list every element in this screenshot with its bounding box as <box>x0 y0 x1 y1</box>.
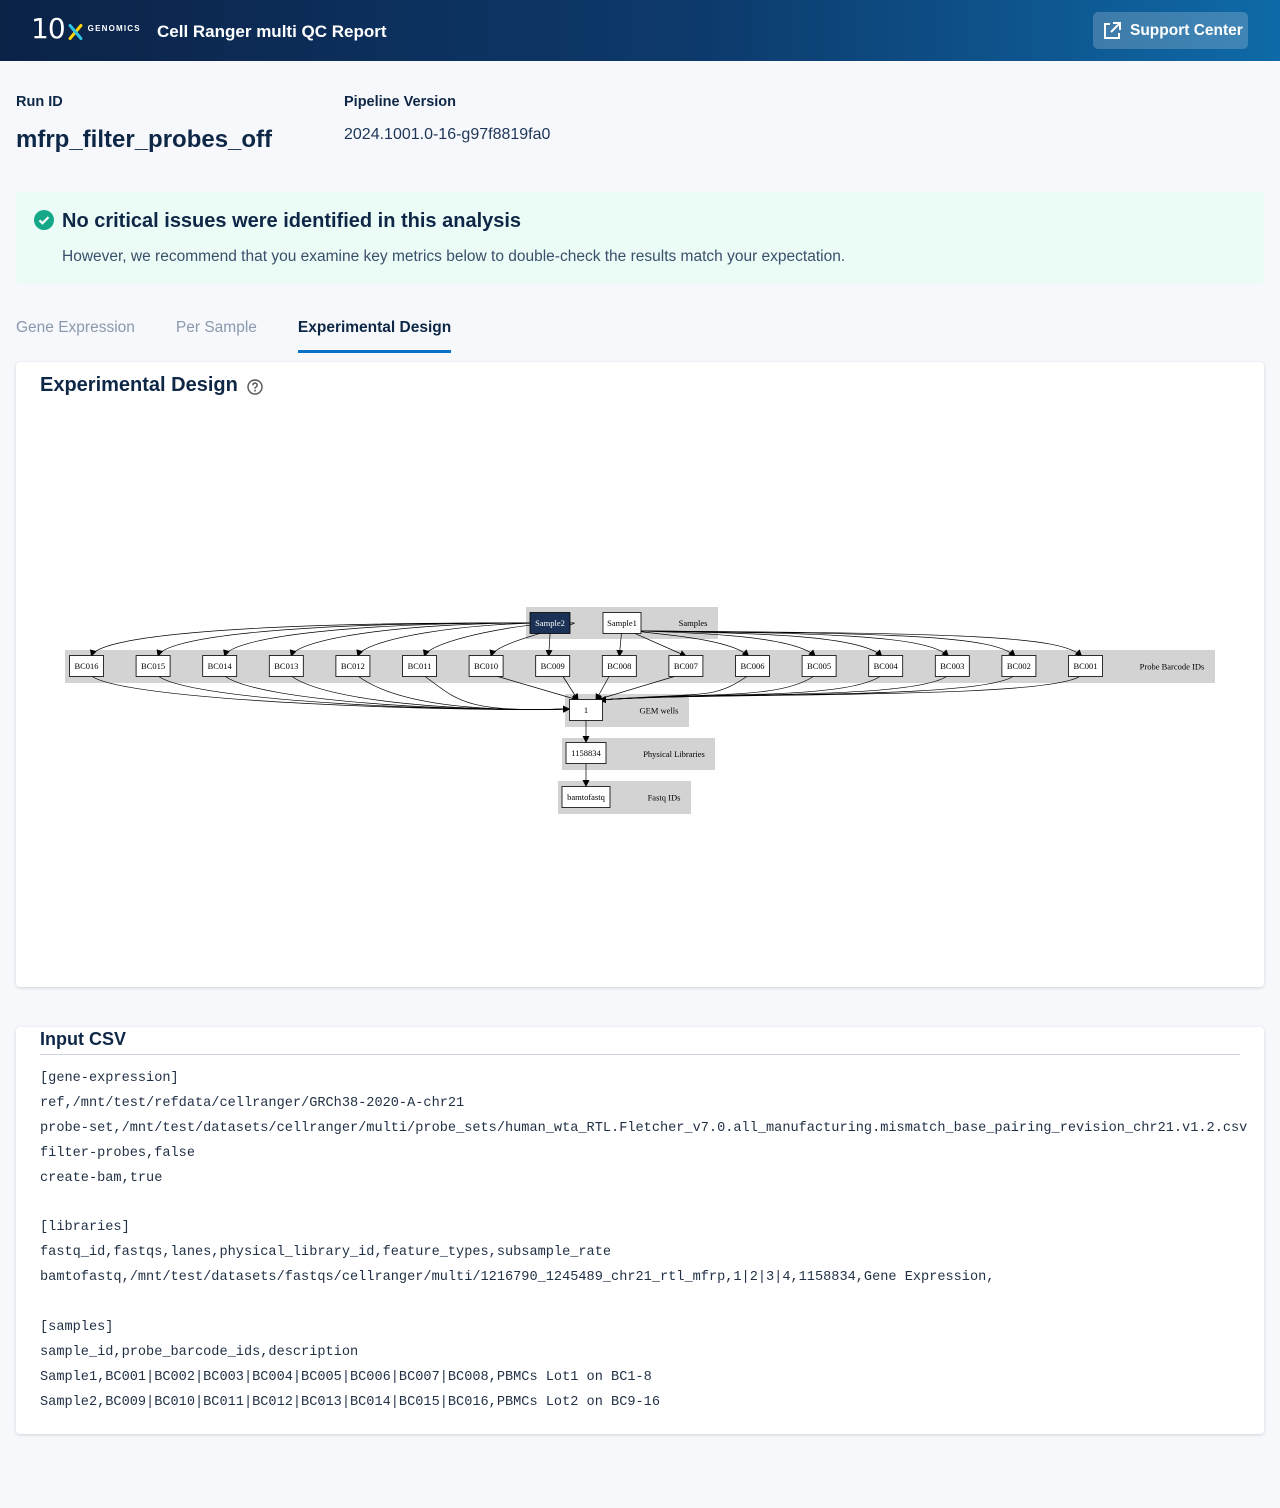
probe-barcode-node-label: BC001 <box>1073 661 1097 671</box>
experimental-design-card: Experimental Design Samples Probe Barcode… <box>16 362 1264 987</box>
external-link-icon <box>1104 21 1121 39</box>
input-csv-title: Input CSV <box>40 1029 126 1049</box>
logo-number: 10 <box>31 12 66 45</box>
check-circle-icon <box>34 210 54 230</box>
csv-line: Sample1,BC001|BC002|BC003|BC004|BC005|BC… <box>40 1369 652 1385</box>
sample-node-label: Sample1 <box>607 618 637 628</box>
run-id-value: mfrp_filter_probes_off <box>16 126 273 153</box>
logo-subtext: GENOMICS <box>87 24 141 33</box>
status-alert: No critical issues were identified in th… <box>16 192 1264 284</box>
csv-line: probe-set,/mnt/test/datasets/cellranger/… <box>40 1120 1248 1136</box>
physical-library-node-label: 1158834 <box>571 748 601 758</box>
experimental-design-graph: Samples Probe Barcode IDs GEM wells Physica… <box>65 607 1215 814</box>
csv-line: fastq_id,fastqs,lanes,physical_library_i… <box>40 1245 612 1261</box>
tab-per-sample[interactable]: Per Sample <box>176 316 257 353</box>
fastq-id-node-label: bamtofastq <box>567 792 606 802</box>
probe-barcode-node-label: BC013 <box>274 661 298 671</box>
probe-barcode-node-label: BC008 <box>607 661 631 671</box>
app-title: Cell Ranger multi QC Report <box>157 22 387 41</box>
fastq-ids-cluster-label: Fastq IDs <box>648 793 681 803</box>
probe-barcode-node-label: BC009 <box>541 661 565 671</box>
run-id-label: Run ID <box>16 94 63 110</box>
probe-barcode-node-label: BC011 <box>408 661 432 671</box>
top-bar: 10 GENOMICS Cell Ranger multi QC Report … <box>0 0 1280 61</box>
input-csv-card: Input CSV [gene-expression] ref,/mnt/test… <box>16 1027 1264 1434</box>
probe-barcode-node-label: BC014 <box>208 661 233 671</box>
probe-barcodes-cluster <box>65 650 1215 683</box>
alert-title: No critical issues were identified in th… <box>62 210 522 232</box>
pipeline-version-value: 2024.1001.0-16-g97f8819fa0 <box>344 126 551 143</box>
csv-line: filter-probes,false <box>40 1145 195 1161</box>
probe-barcode-node-label: BC003 <box>940 661 964 671</box>
csv-line: sample_id,probe_barcode_ids,description <box>40 1344 359 1360</box>
csv-line: [gene-expression] <box>40 1071 179 1086</box>
probe-barcode-node-label: BC004 <box>874 661 899 671</box>
probe-barcode-node-label: BC006 <box>740 661 764 671</box>
csv-line: [libraries] <box>40 1220 130 1236</box>
input-csv-divider <box>40 1054 1240 1055</box>
pipeline-version-label: Pipeline Version <box>344 94 457 110</box>
probe-barcode-node-label: BC015 <box>141 661 165 671</box>
support-center-button[interactable]: Support Center <box>1093 12 1248 49</box>
physical-libraries-cluster-label: Physical Libraries <box>643 749 705 759</box>
csv-line: ref,/mnt/test/refdata/cellranger/GRCh38-… <box>40 1095 465 1111</box>
probe-barcode-node-label: BC012 <box>341 661 365 671</box>
csv-line: Sample2,BC009|BC010|BC011|BC012|BC013|BC… <box>40 1394 660 1410</box>
alert-body: However, we recommend that you examine k… <box>62 248 846 265</box>
gem-well-node-label: 1 <box>584 705 588 715</box>
logo-x-mark <box>67 23 83 41</box>
sample-node-label: Sample2 <box>535 618 565 628</box>
probe-barcode-node-label: BC007 <box>674 661 698 671</box>
gem-wells-cluster-label: GEM wells <box>640 706 679 716</box>
probe-barcode-node-label: BC010 <box>474 661 498 671</box>
10x-genomics-logo: 10 GENOMICS <box>31 14 141 44</box>
tab-gene-expression[interactable]: Gene Expression <box>16 316 135 353</box>
probe-barcode-node-label: BC002 <box>1007 661 1031 671</box>
probe-barcodes-cluster-label: Probe Barcode IDs <box>1140 662 1205 672</box>
csv-line <box>40 1295 1247 1320</box>
csv-line: [samples] <box>40 1319 114 1335</box>
report-tabs: Gene Expression Per Sample Experimental … <box>16 316 492 353</box>
csv-line <box>40 1195 1247 1220</box>
support-center-label: Support Center <box>1130 21 1243 39</box>
probe-barcode-node-label: BC005 <box>807 661 831 671</box>
input-csv-content: [gene-expression] ref,/mnt/test/refdata/c… <box>40 1071 1247 1419</box>
csv-line: create-bam,true <box>40 1170 163 1186</box>
samples-cluster-label: Samples <box>679 618 708 628</box>
csv-line: bamtofastq,/mnt/test/datasets/fastqs/cel… <box>40 1270 995 1286</box>
probe-barcode-node-label: BC016 <box>74 661 98 671</box>
tab-experimental-design[interactable]: Experimental Design <box>297 316 452 353</box>
